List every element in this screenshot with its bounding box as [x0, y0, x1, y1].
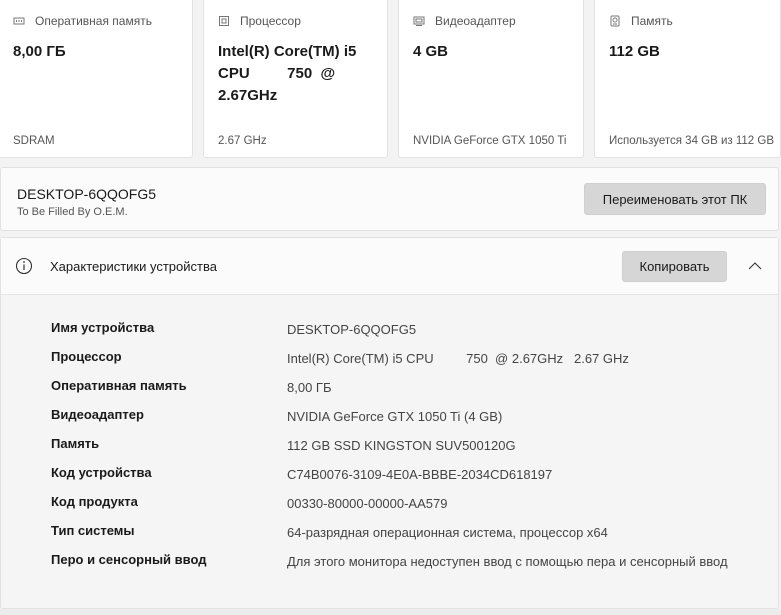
spec-key: Код продукта [51, 494, 138, 509]
storage-icon [610, 15, 620, 27]
spec-key: Код устройства [51, 465, 152, 480]
device-name: DESKTOP-6QQOFG5 [17, 186, 156, 202]
spec-value: C74B0076-3109-4E0A-BBBE-2034CD618197 [287, 467, 553, 482]
spec-value: 112 GB SSD KINGSTON SUV500120G [287, 438, 516, 453]
storage-card-sub: Используется 34 GB из 112 GB [609, 135, 775, 147]
storage-card-value: 112 GB [609, 43, 660, 60]
cpu-card: Процессор Intel(R) Core(TM) i5 CPU 750 @… [203, 0, 388, 158]
ram-icon [13, 17, 25, 25]
spec-value: 8,00 ГБ [287, 380, 332, 395]
spec-value: 64-разрядная операционная система, проце… [287, 525, 608, 540]
gpu-card-value: 4 GB [413, 43, 449, 60]
spec-key: Память [51, 436, 100, 451]
spec-value: NVIDIA GeForce GTX 1050 Ti (4 GB) [287, 409, 503, 424]
summary-cards: Оперативная память 8,00 ГБ SDRAM Процесс… [0, 0, 781, 160]
rename-pc-button[interactable]: Переименовать этот ПК [584, 183, 766, 215]
ram-card: Оперативная память 8,00 ГБ SDRAM [0, 0, 193, 158]
chevron-up-icon[interactable] [747, 258, 763, 274]
info-icon [15, 257, 33, 275]
spec-key: Видеоадаптер [51, 407, 144, 422]
spec-key: Тип системы [51, 523, 135, 538]
storage-card: Память 112 GB Используется 34 GB из 112 … [594, 0, 781, 158]
device-name-bar: DESKTOP-6QQOFG5 To Be Filled By O.E.M. П… [0, 167, 779, 231]
gpu-card-sub: NVIDIA GeForce GTX 1050 Ti [413, 135, 567, 147]
spec-key: Процессор [51, 349, 122, 364]
device-specs-header[interactable]: Характеристики устройства Копировать [1, 238, 778, 295]
spec-key: Перо и сенсорный ввод [51, 552, 207, 567]
storage-card-caption: Память [631, 14, 673, 28]
cpu-icon [219, 16, 229, 26]
bottom-edge [0, 609, 781, 615]
device-oem: To Be Filled By O.E.M. [17, 206, 128, 218]
spec-value: Для этого монитора недоступен ввод с пом… [287, 554, 728, 569]
spec-value: DESKTOP-6QQOFG5 [287, 322, 417, 337]
cpu-card-caption: Процессор [240, 14, 301, 28]
device-specs-panel: Характеристики устройства Копировать Имя… [0, 237, 779, 609]
spec-value: 00330-80000-00000-AA579 [287, 496, 448, 511]
gpu-icon [413, 16, 425, 26]
copy-button[interactable]: Копировать [622, 251, 727, 282]
gpu-card: Видеоадаптер 4 GB NVIDIA GeForce GTX 105… [398, 0, 584, 158]
spec-value: Intel(R) Core(TM) i5 CPU 750 @ 2.67GHz 2… [287, 351, 629, 366]
spec-key: Имя устройства [51, 320, 155, 335]
ram-card-value: 8,00 ГБ [13, 43, 66, 60]
ram-card-sub: SDRAM [13, 135, 55, 147]
cpu-card-value: Intel(R) Core(TM) i5 CPU 750 @ 2.67GHz [218, 43, 357, 104]
spec-key: Оперативная память [51, 378, 187, 393]
ram-card-caption: Оперативная память [35, 14, 152, 28]
device-specs-title: Характеристики устройства [50, 259, 217, 274]
cpu-card-sub: 2.67 GHz [218, 135, 267, 147]
gpu-card-caption: Видеоадаптер [435, 14, 516, 28]
